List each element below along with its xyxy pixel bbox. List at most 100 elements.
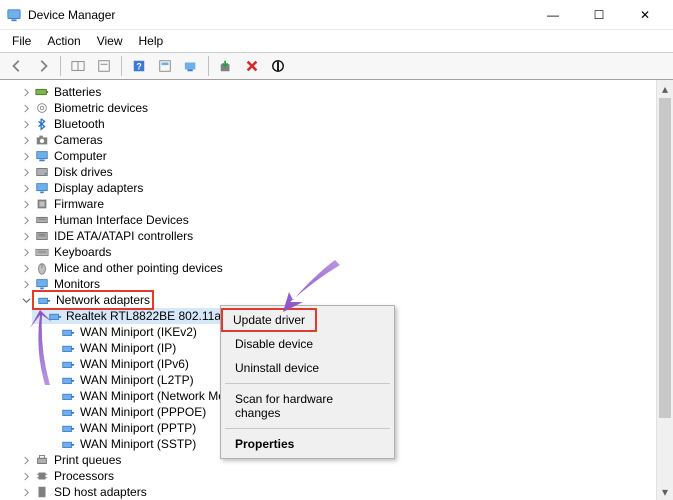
no-expander (46, 326, 58, 338)
disable-button[interactable] (267, 55, 289, 77)
context-menu-item[interactable]: Scan for hardware changes (223, 387, 392, 425)
help-button[interactable]: ? (128, 55, 150, 77)
tree-category[interactable]: Cameras (6, 132, 673, 148)
tree-category[interactable]: Keyboards (6, 244, 673, 260)
device-category-icon (34, 164, 50, 180)
scrollbar-thumb[interactable] (659, 98, 671, 418)
tree-category-label: Mice and other pointing devices (54, 261, 223, 275)
context-menu-item[interactable]: Disable device (223, 332, 392, 356)
tree-category-label: Disk drives (54, 165, 113, 179)
network-adapter-icon (60, 324, 76, 340)
action-button[interactable] (154, 55, 176, 77)
tree-category-label: Display adapters (54, 181, 143, 195)
close-button[interactable]: ✕ (631, 5, 659, 25)
toolbar-separator (121, 56, 122, 76)
network-adapter-icon (60, 436, 76, 452)
tree-category[interactable]: Processors (6, 468, 673, 484)
chevron-right-icon[interactable] (20, 214, 32, 226)
minimize-button[interactable]: — (539, 5, 567, 25)
window-title: Device Manager (28, 8, 115, 22)
tree-category[interactable]: Computer (6, 148, 673, 164)
toolbar: ? (0, 52, 673, 80)
tree-category[interactable]: Disk drives (6, 164, 673, 180)
tree-category-label: Keyboards (54, 245, 111, 259)
menu-action[interactable]: Action (39, 32, 88, 50)
scan-button[interactable] (180, 55, 202, 77)
chevron-right-icon[interactable] (20, 278, 32, 290)
tree-device-label: WAN Miniport (IP) (80, 341, 176, 355)
chevron-down-icon[interactable] (20, 294, 32, 306)
chevron-right-icon[interactable] (20, 118, 32, 130)
device-category-icon (34, 228, 50, 244)
network-adapter-icon (60, 340, 76, 356)
toolbar-separator (208, 56, 209, 76)
properties-button[interactable] (93, 55, 115, 77)
chevron-right-icon[interactable] (20, 86, 32, 98)
tree-category-label: Network adapters (56, 293, 150, 307)
tree-category[interactable]: IDE ATA/ATAPI controllers (6, 228, 673, 244)
tree-category[interactable]: Firmware (6, 196, 673, 212)
device-tree-area: BatteriesBiometric devicesBluetoothCamer… (0, 80, 673, 500)
chevron-right-icon[interactable] (20, 486, 32, 498)
tree-device-label: WAN Miniport (SSTP) (80, 437, 196, 451)
scroll-down-arrow[interactable]: ▾ (657, 483, 673, 500)
context-menu-item[interactable]: Update driver (221, 308, 317, 332)
tree-category-label: Print queues (54, 453, 121, 467)
title-bar: Device Manager — ☐ ✕ (0, 0, 673, 30)
network-adapter-icon (60, 404, 76, 420)
menu-view[interactable]: View (89, 32, 131, 50)
no-expander (46, 358, 58, 370)
chevron-right-icon[interactable] (20, 182, 32, 194)
tree-device-label: WAN Miniport (L2TP) (80, 373, 194, 387)
chevron-right-icon[interactable] (20, 470, 32, 482)
device-category-icon (34, 84, 50, 100)
device-category-icon (34, 260, 50, 276)
device-category-icon (34, 484, 50, 500)
no-expander (46, 390, 58, 402)
maximize-button[interactable]: ☐ (585, 5, 613, 25)
menu-help[interactable]: Help (131, 32, 172, 50)
tree-category-label: Computer (54, 149, 107, 163)
tree-category[interactable]: Batteries (6, 84, 673, 100)
context-menu-item[interactable]: Uninstall device (223, 356, 392, 380)
tree-category[interactable]: Human Interface Devices (6, 212, 673, 228)
menu-file[interactable]: File (4, 32, 39, 50)
chevron-right-icon[interactable] (20, 246, 32, 258)
chevron-right-icon[interactable] (20, 150, 32, 162)
device-category-icon (34, 196, 50, 212)
network-adapter-icon (60, 420, 76, 436)
chevron-right-icon[interactable] (20, 198, 32, 210)
show-hidden-button[interactable] (67, 55, 89, 77)
device-category-icon (36, 292, 52, 308)
no-expander (46, 438, 58, 450)
chevron-right-icon[interactable] (20, 454, 32, 466)
chevron-right-icon[interactable] (20, 166, 32, 178)
tree-category[interactable]: Bluetooth (6, 116, 673, 132)
tree-category[interactable]: Display adapters (6, 180, 673, 196)
tree-category[interactable]: SD host adapters (6, 484, 673, 500)
device-category-icon (34, 132, 50, 148)
annotation-highlight-box: Network adapters (32, 290, 154, 310)
tree-category[interactable]: Mice and other pointing devices (6, 260, 673, 276)
uninstall-button[interactable] (241, 55, 263, 77)
tree-category[interactable]: Biometric devices (6, 100, 673, 116)
chevron-right-icon[interactable] (20, 134, 32, 146)
context-menu-separator (225, 428, 390, 429)
device-category-icon (34, 244, 50, 260)
update-driver-button[interactable] (215, 55, 237, 77)
scroll-up-arrow[interactable]: ▴ (657, 80, 673, 97)
forward-button[interactable] (32, 55, 54, 77)
device-category-icon (34, 468, 50, 484)
network-adapter-icon (60, 388, 76, 404)
tree-category-label: Firmware (54, 197, 104, 211)
no-expander (46, 422, 58, 434)
app-icon (6, 7, 22, 23)
chevron-right-icon[interactable] (20, 262, 32, 274)
back-button[interactable] (6, 55, 28, 77)
context-menu-item[interactable]: Properties (223, 432, 392, 456)
vertical-scrollbar[interactable]: ▴ ▾ (656, 80, 673, 500)
chevron-right-icon[interactable] (20, 230, 32, 242)
toolbar-separator (60, 56, 61, 76)
chevron-right-icon[interactable] (20, 102, 32, 114)
tree-category-label: Processors (54, 469, 114, 483)
